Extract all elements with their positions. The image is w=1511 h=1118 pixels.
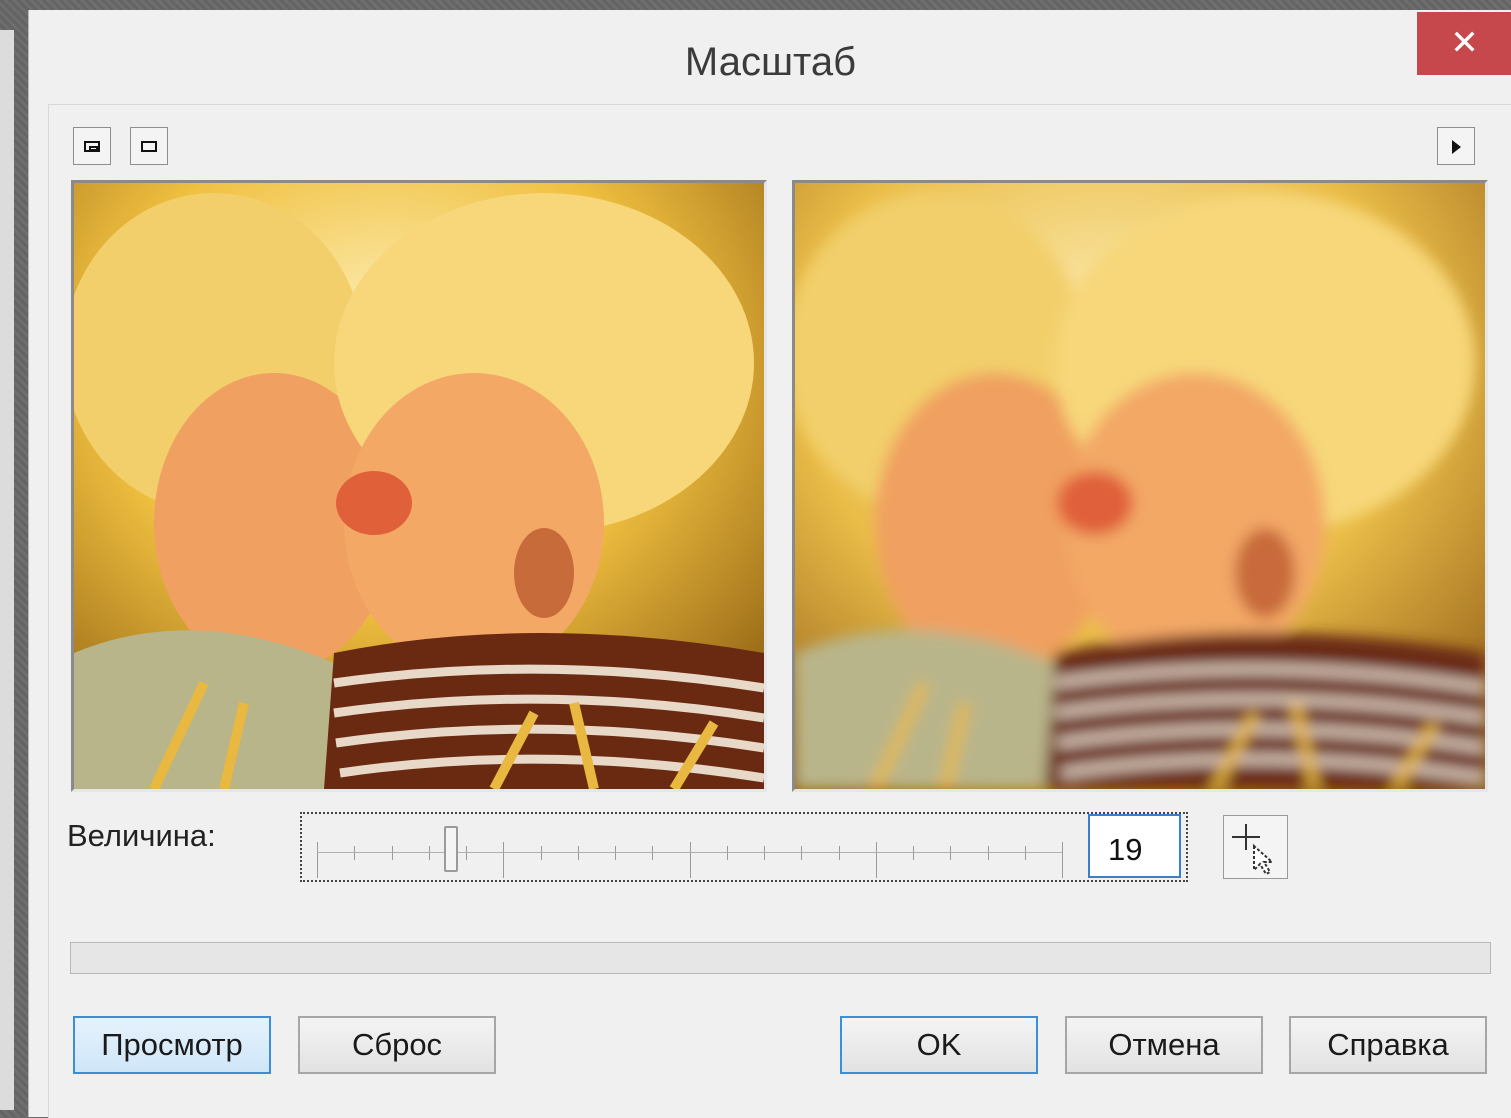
amount-input[interactable]: 19 [1088,814,1181,878]
amount-slider[interactable] [300,812,1188,882]
slider-tick [690,842,691,878]
slider-tick [727,846,728,860]
slider-tick [1062,842,1063,878]
pick-point-button[interactable] [1223,815,1288,879]
slider-tick [950,846,951,860]
slider-tick [541,846,542,860]
slider-tick [839,846,840,860]
slider-tick [578,846,579,860]
slider-tick [466,846,467,860]
slider-tick [652,846,653,860]
blurred-photo [795,183,1485,789]
reset-button[interactable]: Сброс [298,1016,496,1074]
close-button[interactable]: ✕ [1417,12,1511,75]
crosshair-pointer-icon [1232,824,1275,876]
slider-tick [392,846,393,860]
original-photo [74,183,764,789]
slider-tick [317,842,318,878]
slider-tick [913,846,914,860]
single-view-button[interactable] [130,127,168,165]
slider-tick [988,846,989,860]
slider-tick [354,846,355,860]
play-arrow-icon [1452,140,1461,154]
blurred-photo-preview[interactable] [792,180,1488,792]
original-photo-preview[interactable] [71,180,767,792]
preview-button[interactable]: Просмотр [73,1016,271,1074]
slider-line [317,852,1062,853]
split-view-icon [84,141,100,152]
slide-text-fragment [0,30,12,1110]
single-view-icon [141,141,157,152]
amount-label: Величина: [67,818,216,853]
ok-button[interactable]: OK [840,1016,1038,1074]
progress-bar [70,942,1491,974]
slider-tick [801,846,802,860]
slider-thumb[interactable] [444,826,458,872]
slider-tick [876,842,877,878]
split-view-button[interactable] [73,127,111,165]
help-button[interactable]: Справка [1289,1016,1487,1074]
slider-tick [503,842,504,878]
slider-tick [615,846,616,860]
options-arrow-button[interactable] [1437,127,1475,165]
slider-tick [764,846,765,860]
dialog-title: Масштаб [684,40,857,84]
close-icon: ✕ [1450,24,1479,62]
slider-tick [429,846,430,860]
slider-tick [1025,846,1026,860]
cancel-button[interactable]: Отмена [1065,1016,1263,1074]
